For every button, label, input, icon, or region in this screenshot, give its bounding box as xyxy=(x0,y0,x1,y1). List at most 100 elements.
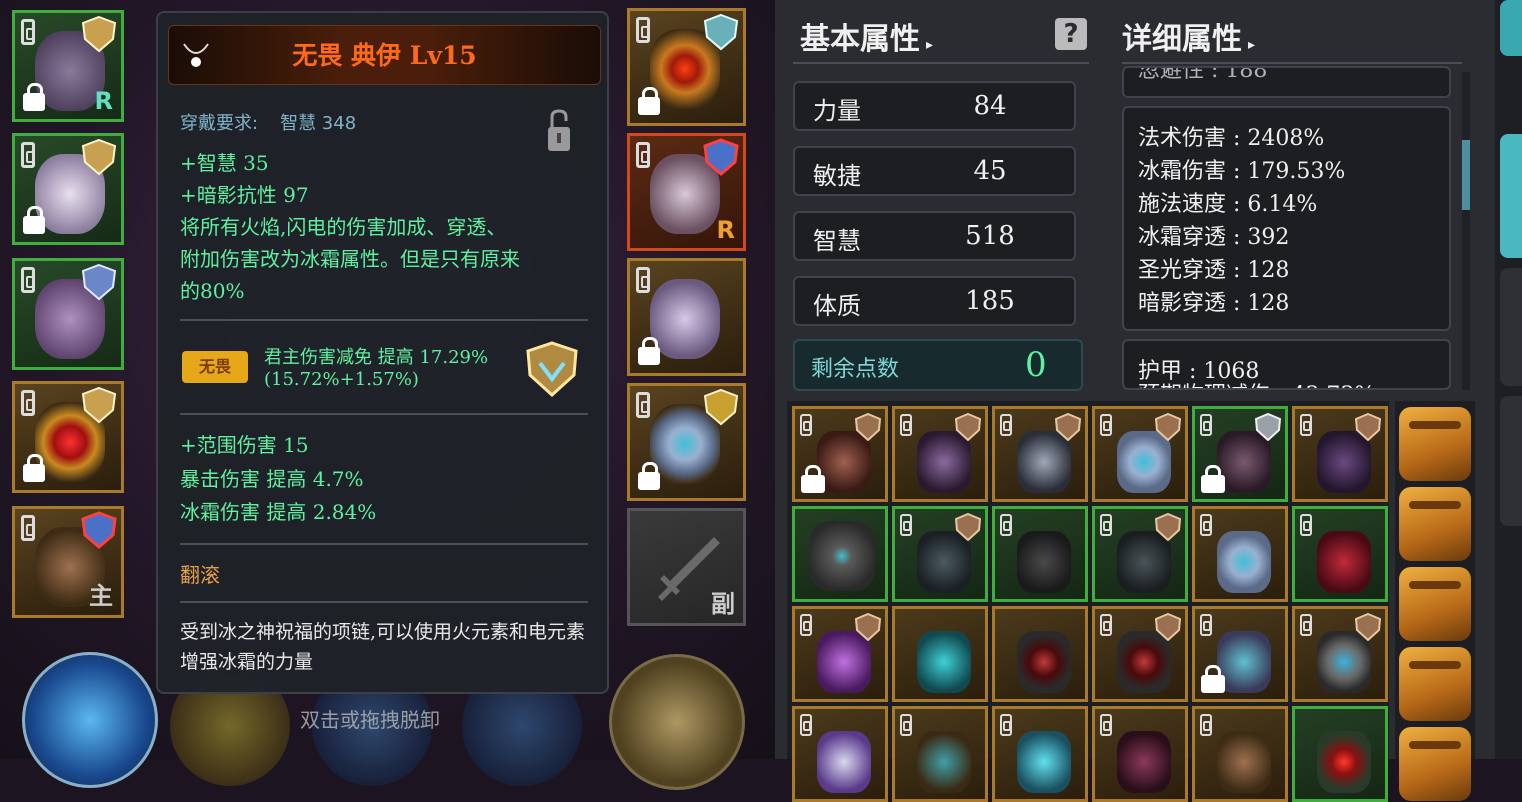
side-tab-2[interactable] xyxy=(1500,134,1522,258)
detail-line: 施法速度 : 6.14% xyxy=(1138,192,1318,217)
effect-line: 将所有火焰,闪电的伤害加成、穿透、 xyxy=(180,215,507,239)
rank-shield-icon xyxy=(1155,413,1181,441)
chain-icon xyxy=(21,515,35,541)
inventory-slot[interactable] xyxy=(992,406,1088,502)
inventory-slot[interactable] xyxy=(992,706,1088,802)
equip-slot-offhand[interactable]: 副 xyxy=(627,508,746,626)
divider xyxy=(180,319,588,321)
side-tab-1[interactable] xyxy=(1500,0,1522,56)
inventory-slot[interactable] xyxy=(1092,406,1188,502)
lock-icon xyxy=(23,83,45,111)
detail-scrollbar[interactable] xyxy=(1462,72,1470,390)
detail-box-damage: 法术伤害 : 2408% 冰霜伤害 : 179.53% 施法速度 : 6.14%… xyxy=(1122,106,1451,331)
chain-icon xyxy=(21,390,35,416)
bag-icon[interactable] xyxy=(1399,647,1471,721)
chain-icon xyxy=(1300,414,1312,436)
inventory-slot[interactable] xyxy=(792,506,888,602)
basic-attrs-title[interactable]: 基本属性 ▸ xyxy=(800,14,933,58)
bag-icon[interactable] xyxy=(1399,567,1471,641)
inventory-slot[interactable] xyxy=(1092,606,1188,702)
detail-line: 暗影穿透 : 128 xyxy=(1138,291,1290,316)
rank-shield-icon xyxy=(1155,513,1181,541)
inventory-slot[interactable] xyxy=(892,506,988,602)
chain-icon xyxy=(1100,514,1112,536)
chain-icon xyxy=(636,17,650,43)
side-tab-3[interactable] xyxy=(1500,268,1522,386)
detail-box-top: 忽避性 : 188 xyxy=(1122,66,1451,98)
rank-shield-icon xyxy=(855,613,881,641)
detail-box-defense: 护甲 : 1068 预期物理减伤 : 43.73% xyxy=(1122,339,1451,390)
inventory-slot[interactable] xyxy=(1192,706,1288,802)
extra-stat-line: 冰霜伤害 提高 2.84% xyxy=(180,500,377,524)
skill-orb-ice[interactable] xyxy=(22,652,158,788)
chain-icon xyxy=(1100,714,1112,736)
inventory-slot[interactable] xyxy=(792,706,888,802)
equip-slot-cloak[interactable] xyxy=(12,258,124,370)
bag-icon[interactable] xyxy=(1399,407,1471,481)
helmet-icon xyxy=(817,731,871,793)
stat-row-wisdom: 智慧 518 xyxy=(793,211,1076,261)
inventory-slot[interactable] xyxy=(1192,406,1288,502)
bag-icon[interactable] xyxy=(1399,487,1471,561)
inventory-slot[interactable] xyxy=(1292,406,1388,502)
rank-shield-icon xyxy=(1255,413,1281,441)
stat-row-agility: 敏捷 45 xyxy=(793,146,1076,196)
inventory-slot[interactable] xyxy=(1292,506,1388,602)
remaining-value: 0 xyxy=(1025,345,1047,385)
inventory-slot[interactable] xyxy=(992,606,1088,702)
lock-icon xyxy=(1201,465,1225,493)
chain-icon xyxy=(21,142,35,168)
ring-icon xyxy=(1017,631,1071,693)
inventory-slot[interactable] xyxy=(1092,706,1188,802)
skill-orb-5[interactable] xyxy=(609,654,745,790)
inventory-slot[interactable] xyxy=(1192,506,1288,602)
equip-slot-helmet[interactable]: R xyxy=(12,10,124,122)
inventory-slot[interactable] xyxy=(992,506,1088,602)
equip-slot-boots[interactable] xyxy=(627,258,746,376)
equip-slot-ring-left[interactable] xyxy=(12,381,124,493)
detail-attrs-title[interactable]: 详细属性 ▸ xyxy=(1122,14,1255,58)
bag-column xyxy=(1395,401,1475,801)
equip-slot-armor[interactable] xyxy=(12,133,124,245)
equip-slot-main-weapon[interactable]: 主 xyxy=(12,506,124,618)
scrollbar-thumb[interactable] xyxy=(1462,140,1470,210)
stat-value: 45 xyxy=(973,156,1007,186)
inventory-slot[interactable] xyxy=(892,606,988,702)
item-tooltip: 无畏 典伊 Lv15 穿戴要求: 智慧 348 +智慧 35 +暗影抗性 97 将… xyxy=(156,11,609,694)
lock-icon xyxy=(1201,665,1225,693)
equip-slot-amulet[interactable] xyxy=(627,8,746,126)
orb-icon xyxy=(1317,731,1371,793)
inventory-slot[interactable] xyxy=(1292,706,1388,802)
boots-icon xyxy=(650,279,720,359)
equip-slot-ring-right[interactable] xyxy=(627,383,746,501)
inventory-slot[interactable] xyxy=(792,406,888,502)
amulet-icon xyxy=(917,631,971,693)
ring-icon xyxy=(1217,531,1271,593)
chain-icon xyxy=(1200,614,1212,636)
skill-name: 翻滚 xyxy=(180,563,220,587)
side-tab-4[interactable] xyxy=(1500,396,1522,526)
unlock-icon[interactable] xyxy=(546,109,572,153)
rank-shield-icon xyxy=(81,138,117,176)
stat-row-constitution: 体质 185 xyxy=(793,276,1076,326)
chain-icon xyxy=(900,514,912,536)
inventory-slot[interactable] xyxy=(792,606,888,702)
gloves-icon xyxy=(1117,731,1171,793)
inventory-slot[interactable] xyxy=(1092,506,1188,602)
pants-icon xyxy=(1017,531,1071,593)
inventory-slot[interactable] xyxy=(892,406,988,502)
underline xyxy=(793,62,1089,64)
chain-icon xyxy=(1100,414,1112,436)
inventory-slot[interactable] xyxy=(1192,606,1288,702)
lock-icon xyxy=(638,337,660,365)
help-icon[interactable]: ? xyxy=(1055,18,1087,50)
bag-icon[interactable] xyxy=(1399,727,1471,801)
chain-icon xyxy=(900,714,912,736)
chain-icon xyxy=(1000,414,1012,436)
remaining-points: 剩余点数 0 xyxy=(793,339,1083,391)
main-hand-tag: 主 xyxy=(89,582,113,610)
inventory-slot[interactable] xyxy=(892,706,988,802)
inventory-slot[interactable] xyxy=(1292,606,1388,702)
tooltip-header: 无畏 典伊 Lv15 xyxy=(168,25,601,85)
equip-slot-gloves[interactable]: R xyxy=(627,133,746,251)
